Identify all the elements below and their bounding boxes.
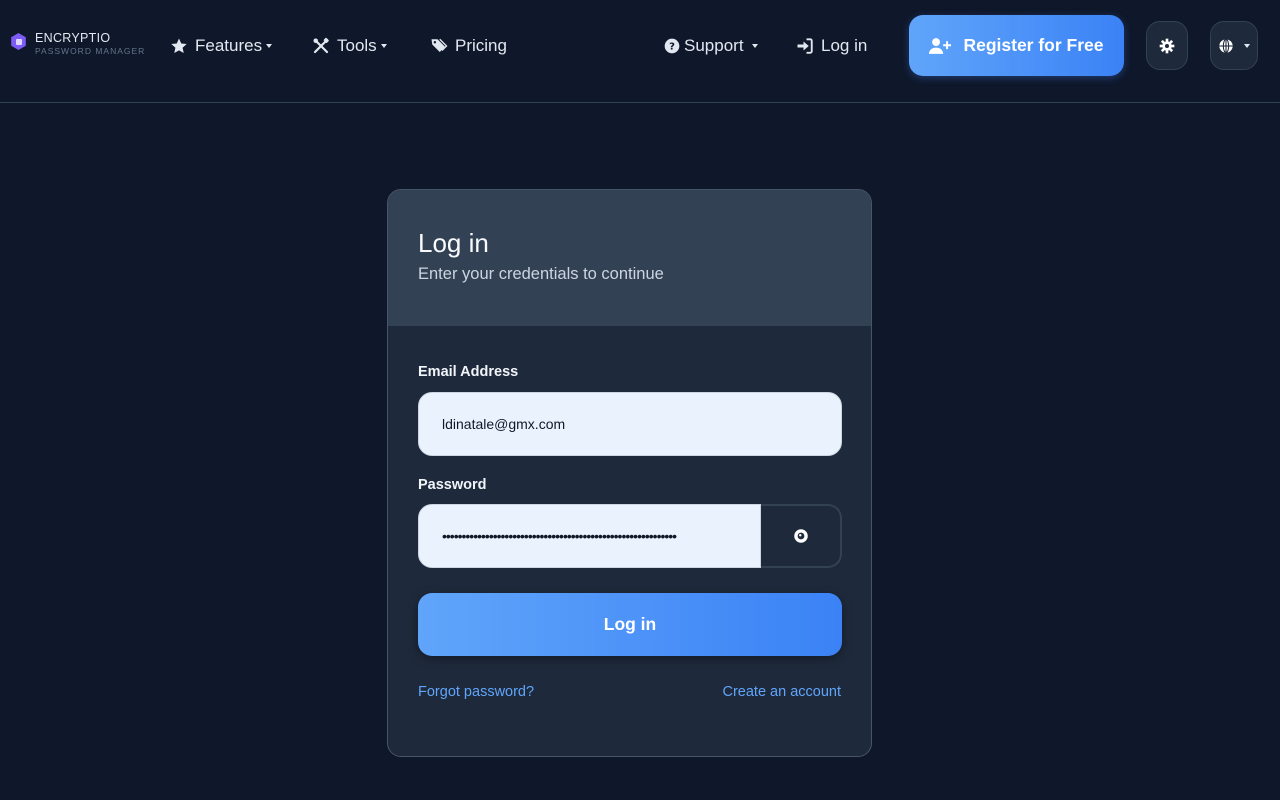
register-button[interactable]: Register for Free [909, 15, 1124, 76]
nav-pricing[interactable]: Pricing [430, 34, 507, 58]
chevron-down-icon [1244, 43, 1250, 48]
chevron-down-icon [266, 44, 273, 48]
email-label: Email Address [418, 364, 519, 380]
toggle-password-visibility-button[interactable] [761, 504, 842, 568]
eye-icon [793, 529, 808, 543]
brand-logo-icon [11, 33, 26, 50]
language-selector-button[interactable] [1210, 21, 1258, 70]
email-field[interactable]: ldinatale@gmx.com [418, 392, 842, 456]
globe-icon [1219, 38, 1233, 53]
register-button-label: Register for Free [963, 35, 1104, 55]
nav-support[interactable]: ? Support [664, 34, 758, 58]
question-circle-icon: ? [664, 38, 680, 54]
svg-text:?: ? [669, 41, 675, 52]
password-group: ••••••••••••••••••••••••••••••••••••••••… [418, 504, 842, 568]
nav-support-label: Support [684, 36, 744, 55]
navbar: ENCRYPTIO PASSWORD MANAGER Features Tool… [0, 0, 1280, 103]
brand-tagline: PASSWORD MANAGER [35, 46, 146, 56]
nav-pricing-label: Pricing [455, 36, 507, 55]
chevron-down-icon [380, 44, 387, 48]
tags-icon [431, 38, 448, 52]
theme-toggle-button[interactable] [1146, 21, 1188, 70]
star-icon [171, 38, 187, 54]
sign-in-icon [797, 38, 813, 54]
nav-login[interactable]: Log in [796, 34, 867, 58]
login-submit-button[interactable]: Log in [418, 593, 842, 656]
login-card: Log in Enter your credentials to continu… [387, 189, 872, 757]
nav-tools-label: Tools [337, 36, 377, 55]
brand-name: ENCRYPTIO [35, 31, 111, 45]
login-card-header: Log in Enter your credentials to continu… [388, 190, 871, 326]
tools-icon [313, 37, 329, 54]
user-plus-icon [929, 37, 952, 54]
nav-features-label: Features [195, 36, 263, 55]
nav-tools[interactable]: Tools [312, 34, 387, 58]
chevron-down-icon [751, 44, 758, 48]
page-title: Log in [418, 228, 489, 258]
password-field[interactable]: ••••••••••••••••••••••••••••••••••••••••… [418, 504, 761, 568]
gear-icon [1159, 38, 1175, 53]
password-label: Password [418, 477, 487, 493]
nav-features[interactable]: Features [170, 34, 273, 58]
brand[interactable]: ENCRYPTIO PASSWORD MANAGER [10, 31, 145, 57]
forgot-password-link[interactable]: Forgot password? [418, 684, 534, 700]
nav-login-label: Log in [821, 36, 868, 55]
page-subtitle: Enter your credentials to continue [418, 265, 664, 283]
create-account-link[interactable]: Create an account [723, 684, 842, 700]
